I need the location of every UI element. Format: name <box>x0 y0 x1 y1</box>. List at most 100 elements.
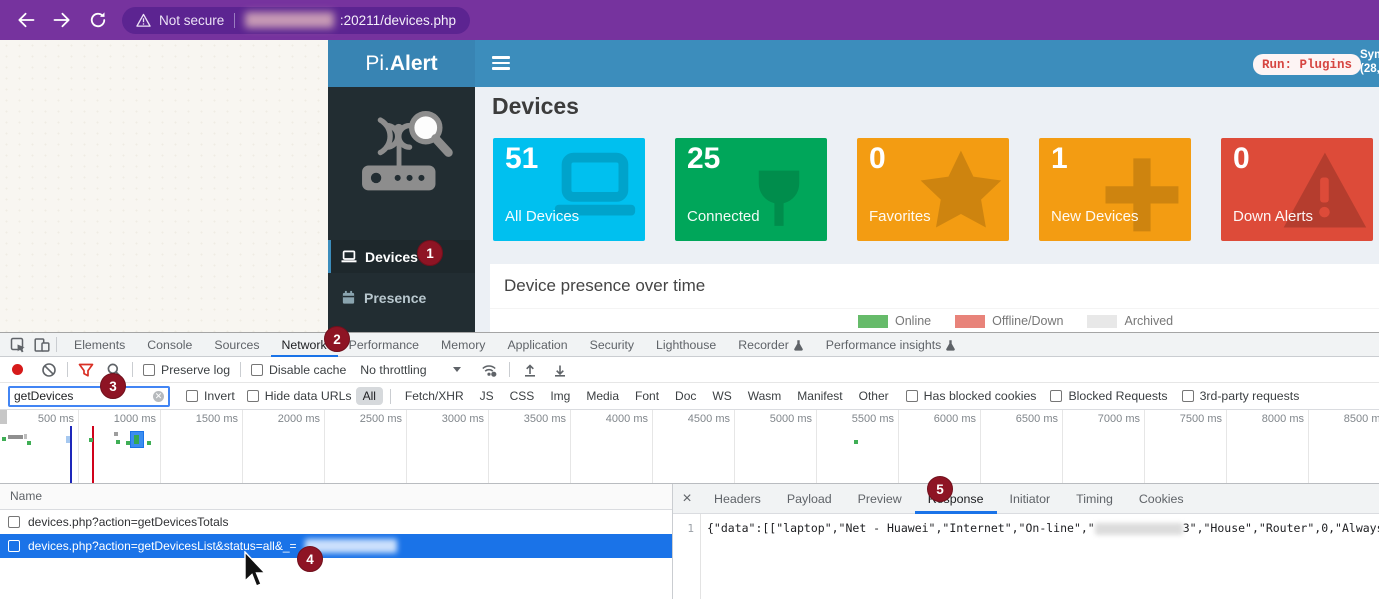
card-new-devices[interactable]: 1 New Devices <box>1039 138 1191 241</box>
throttling-caret-icon[interactable] <box>453 367 461 372</box>
network-conditions-icon[interactable] <box>481 362 497 378</box>
legend-online[interactable]: Online <box>858 314 931 328</box>
throttling-select[interactable]: No throttling <box>360 363 426 377</box>
network-body: Name devices.php?action=getDevicesTotals… <box>0 484 1379 599</box>
sidebar-toggle-icon[interactable] <box>492 56 510 73</box>
legend-archived[interactable]: Archived <box>1087 314 1173 328</box>
card-value: 51 <box>505 142 538 176</box>
detail-tab-headers[interactable]: Headers <box>701 484 774 514</box>
request-checkbox[interactable] <box>8 540 20 552</box>
filter-type-all[interactable]: All <box>356 387 383 405</box>
clear-network-log-icon[interactable] <box>41 362 57 378</box>
response-body[interactable]: 1 {"data":[["laptop","Net - Huawei","Int… <box>673 514 1379 599</box>
card-label: New Devices <box>1051 208 1139 225</box>
request-checkbox[interactable] <box>8 516 20 528</box>
address-bar[interactable]: Not secure :20211/devices.php <box>122 7 470 34</box>
clear-filter-icon[interactable]: ✕ <box>153 391 164 402</box>
card-label: Favorites <box>869 208 931 225</box>
request-row-getdevicestotals[interactable]: devices.php?action=getDevicesTotals <box>0 510 672 534</box>
filter-type-doc[interactable]: Doc <box>668 387 703 405</box>
timeline-handle[interactable] <box>0 410 7 424</box>
devtools-tab-lighthouse[interactable]: Lighthouse <box>645 333 727 357</box>
waterfall-mark <box>24 434 27 439</box>
timeline-tick: 7500 ms <box>1150 413 1222 425</box>
line-number: 1 <box>673 514 701 599</box>
devtools-tab-application[interactable]: Application <box>496 333 578 357</box>
detail-tab-cookies[interactable]: Cookies <box>1126 484 1197 514</box>
annotation-step-4: 4 <box>297 546 323 572</box>
devtools-tab-security[interactable]: Security <box>579 333 645 357</box>
filter-type-manifest[interactable]: Manifest <box>790 387 849 405</box>
screenshot-root: Not secure :20211/devices.php Pi.Alert R… <box>0 0 1379 599</box>
devtools-tab-console[interactable]: Console <box>136 333 203 357</box>
app-logo[interactable]: Pi.Alert <box>328 40 475 87</box>
app-content: Devices 51 All Devices 25 Connected 0 Fa… <box>475 87 1379 332</box>
filter-type-js[interactable]: JS <box>473 387 501 405</box>
timeline-tick: 2500 ms <box>330 413 402 425</box>
run-plugins-button[interactable]: Run: Plugins <box>1253 54 1361 75</box>
navbar-right-text: Sym (28, <box>1360 48 1379 76</box>
card-label: Connected <box>687 208 760 225</box>
redacted-host <box>245 12 334 28</box>
waterfall-mark <box>8 435 23 439</box>
legend-offline[interactable]: Offline/Down <box>955 314 1063 328</box>
card-connected[interactable]: 25 Connected <box>675 138 827 241</box>
record-network-log-button[interactable] <box>12 364 23 375</box>
brand-pi: Pi. <box>365 52 390 76</box>
filter-type-wasm[interactable]: Wasm <box>741 387 789 405</box>
network-overview-timeline[interactable]: 500 ms 1000 ms 1500 ms 2000 ms 2500 ms 3… <box>0 410 1379 484</box>
network-filterbar: ✕ Invert Hide data URLs All Fetch/XHR JS… <box>0 383 1379 410</box>
preserve-log-label: Preserve log <box>161 363 230 377</box>
filter-type-media[interactable]: Media <box>579 387 626 405</box>
selected-request-marker <box>130 431 144 448</box>
devtools-tab-recorder[interactable]: Recorder <box>727 333 815 357</box>
detail-tab-timing[interactable]: Timing <box>1063 484 1126 514</box>
device-toolbar-icon[interactable] <box>34 337 50 353</box>
import-har-icon[interactable] <box>522 362 538 378</box>
waterfall-mark <box>854 440 858 444</box>
name-column-header[interactable]: Name <box>0 484 672 510</box>
experiment-flask-icon <box>945 339 956 351</box>
close-detail-icon[interactable]: × <box>673 490 701 508</box>
timeline-tick: 1500 ms <box>166 413 238 425</box>
export-har-icon[interactable] <box>552 362 568 378</box>
forward-icon[interactable] <box>52 10 72 30</box>
detail-tab-payload[interactable]: Payload <box>774 484 845 514</box>
filter-type-ws[interactable]: WS <box>705 387 738 405</box>
back-icon[interactable] <box>16 10 36 30</box>
filter-type-other[interactable]: Other <box>852 387 896 405</box>
filter-type-fetchxhr[interactable]: Fetch/XHR <box>398 387 471 405</box>
filter-type-img[interactable]: Img <box>543 387 577 405</box>
preserve-log-checkbox[interactable] <box>143 364 155 376</box>
devtools-tab-performance-insights[interactable]: Performance insights <box>815 333 968 357</box>
card-all-devices[interactable]: 51 All Devices <box>493 138 645 241</box>
hide-data-urls-label: Hide data URLs <box>265 389 352 403</box>
reload-icon[interactable] <box>88 10 108 30</box>
filter-type-css[interactable]: CSS <box>503 387 542 405</box>
filter-type-font[interactable]: Font <box>628 387 666 405</box>
has-blocked-cookies-checkbox[interactable] <box>906 390 918 402</box>
filter-input[interactable] <box>14 389 146 403</box>
devtools-tab-performance[interactable]: Performance <box>338 333 430 357</box>
detail-tab-preview[interactable]: Preview <box>845 484 915 514</box>
card-favorites[interactable]: 0 Favorites <box>857 138 1009 241</box>
filter-funnel-icon[interactable] <box>78 362 94 378</box>
inspect-element-icon[interactable] <box>10 337 26 353</box>
card-down-alerts[interactable]: 0 Down Alerts <box>1221 138 1373 241</box>
devtools-tab-sources[interactable]: Sources <box>203 333 270 357</box>
blocked-requests-checkbox[interactable] <box>1050 390 1062 402</box>
disable-cache-checkbox[interactable] <box>251 364 263 376</box>
invert-checkbox[interactable] <box>186 390 198 402</box>
timeline-tick: 8000 ms <box>1232 413 1304 425</box>
brand-alert: Alert <box>390 52 438 76</box>
detail-tab-initiator[interactable]: Initiator <box>997 484 1064 514</box>
sidebar-item-devices[interactable]: Devices <box>328 240 475 273</box>
devtools-tab-memory[interactable]: Memory <box>430 333 496 357</box>
devtools-tab-elements[interactable]: Elements <box>63 333 136 357</box>
sidebar-item-presence[interactable]: Presence <box>328 281 475 314</box>
request-row-getdeviceslist[interactable]: devices.php?action=getDevicesList&status… <box>0 534 672 558</box>
third-party-requests-checkbox[interactable] <box>1182 390 1194 402</box>
hide-data-urls-checkbox[interactable] <box>247 390 259 402</box>
card-value: 0 <box>1233 142 1250 176</box>
url-divider <box>234 13 235 28</box>
